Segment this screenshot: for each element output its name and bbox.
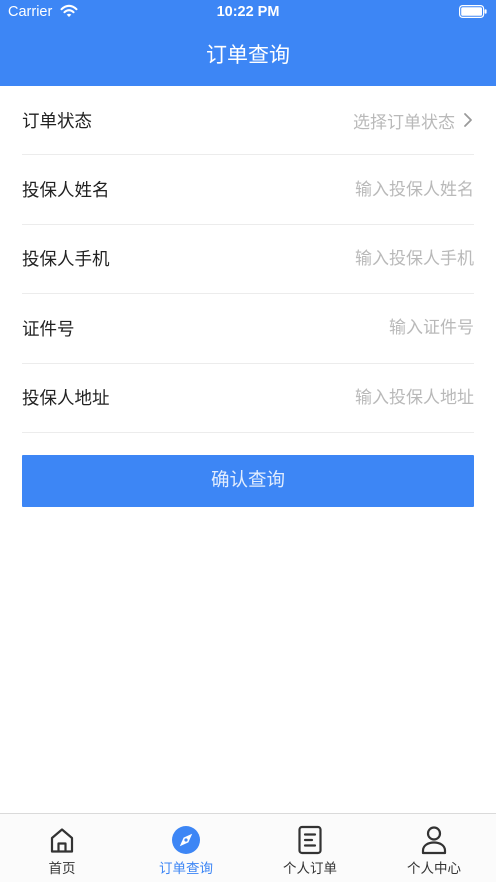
carrier-name: Carrier	[8, 4, 53, 20]
tab-home-label: 首页	[48, 861, 76, 877]
order-status-row[interactable]: 订单状态 选择订单状态	[22, 86, 474, 156]
status-bar: Carrier 10:22 PM	[0, 0, 496, 24]
order-status-label: 订单状态	[22, 111, 92, 132]
holder-address-label: 投保人地址	[22, 389, 110, 410]
holder-phone-label: 投保人手机	[22, 250, 110, 271]
tab-my-orders-label: 个人订单	[283, 861, 337, 877]
id-number-row: 证件号	[22, 294, 474, 364]
holder-address-row: 投保人地址	[22, 364, 474, 433]
tab-profile-label: 个人中心	[407, 861, 461, 877]
tab-profile[interactable]: 个人中心	[372, 814, 496, 882]
tab-my-orders[interactable]: 个人订单	[248, 814, 372, 882]
compass-icon	[172, 826, 200, 854]
wifi-icon	[60, 4, 78, 17]
page-title: 订单查询	[206, 43, 290, 67]
holder-phone-row: 投保人手机	[22, 225, 474, 295]
holder-name-input[interactable]	[125, 179, 474, 200]
home-icon	[50, 828, 74, 853]
battery-icon	[459, 5, 487, 18]
holder-name-label: 投保人姓名	[22, 181, 110, 202]
id-number-label: 证件号	[22, 319, 75, 340]
tab-order-query[interactable]: 订单查询	[124, 814, 248, 882]
holder-address-input[interactable]	[125, 387, 474, 408]
tab-bar: 首页 订单查询 个人订单 个人中心	[0, 813, 496, 882]
tab-home[interactable]: 首页	[0, 814, 124, 882]
id-number-input[interactable]	[90, 318, 474, 339]
holder-name-row: 投保人姓名	[22, 155, 474, 225]
order-status-placeholder: 选择订单状态	[353, 112, 455, 133]
confirm-query-button[interactable]: 确认查询	[22, 455, 474, 507]
status-time: 10:22 PM	[216, 4, 280, 20]
order-query-form: 订单状态 选择订单状态 投保人姓名 投保人手机 证件号 投保人地址	[0, 86, 496, 433]
person-icon	[421, 826, 447, 855]
chevron-right-icon	[464, 113, 472, 128]
order-status-select[interactable]: 选择订单状态	[353, 108, 474, 133]
app-header: Carrier 10:22 PM 订单查询	[0, 0, 496, 86]
tab-order-query-label: 订单查询	[159, 861, 213, 877]
document-icon	[298, 825, 322, 855]
holder-phone-input[interactable]	[125, 248, 474, 269]
